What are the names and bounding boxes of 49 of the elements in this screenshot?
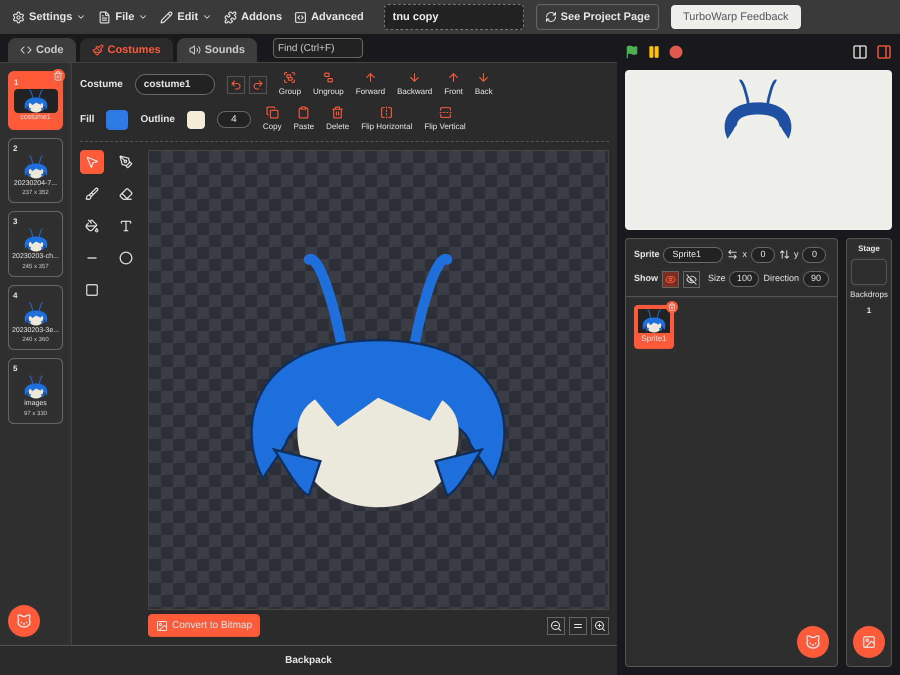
direction-field[interactable]: 90 [803, 271, 829, 287]
backpack-header[interactable]: Backpack [0, 645, 617, 675]
x-field[interactable]: 0 [750, 247, 775, 262]
arrange-button[interactable]: Forward [356, 71, 386, 98]
x-label: x [742, 248, 747, 261]
costume-number: 4 [13, 290, 18, 302]
size-field[interactable]: 100 [729, 271, 760, 287]
size-label: Size [708, 272, 726, 286]
arrange-button[interactable]: Backward [397, 71, 432, 98]
sprite-name: Sprite1 [641, 332, 667, 344]
sprite-label: Sprite [634, 248, 660, 261]
arrange-button[interactable]: Back [474, 71, 493, 98]
menu-item[interactable]: Advanced [294, 8, 364, 26]
costume-number: 1 [14, 77, 18, 89]
costume-number: 2 [13, 142, 18, 154]
outline-width-field[interactable]: 4 [216, 111, 251, 128]
y-field[interactable]: 0 [802, 247, 826, 262]
show-label: Show [634, 272, 658, 286]
editor-tab[interactable]: Code [8, 38, 76, 62]
fill-label: Fill [80, 113, 94, 127]
stage-title: Stage [858, 243, 880, 255]
arrange-button[interactable]: Group [278, 71, 302, 98]
arrange-button[interactable]: Ungroup [313, 71, 344, 98]
action-button[interactable]: Copy [262, 106, 282, 133]
backdrops-count: 1 [866, 305, 872, 317]
arrange-button[interactable]: Front [444, 71, 463, 98]
sprite-name-field[interactable]: Sprite1 [663, 247, 724, 262]
menu-item[interactable]: Settings [12, 8, 86, 26]
action-button[interactable]: Delete [326, 106, 350, 133]
project-title-field[interactable]: tnu copy [384, 4, 524, 30]
y-label: y [794, 248, 798, 261]
find-field[interactable]: Find (Ctrl+F) [273, 38, 364, 58]
outline-label: Outline [140, 113, 175, 127]
action-button[interactable]: Flip Horizontal [361, 106, 412, 133]
costume-name-field[interactable]: costume1 [134, 74, 215, 95]
action-button[interactable]: Flip Vertical [424, 106, 466, 133]
costume-label: Costume [80, 78, 123, 92]
backdrops-label: Backdrops [850, 289, 888, 301]
costume-number: 5 [13, 363, 18, 375]
action-button[interactable]: Paste [294, 106, 314, 133]
see-project-page-button[interactable]: See Project Page [536, 4, 659, 30]
menu-item[interactable]: Addons [224, 8, 282, 26]
direction-label: Direction [763, 272, 799, 286]
feedback-button[interactable]: TurboWarp Feedback [670, 4, 801, 30]
costume-number: 3 [13, 216, 18, 228]
menu-item[interactable]: File [98, 8, 148, 26]
menu-item[interactable]: Edit [160, 8, 212, 26]
editor-tab[interactable]: Costumes [80, 38, 173, 62]
editor-tab[interactable]: Sounds [176, 38, 258, 62]
